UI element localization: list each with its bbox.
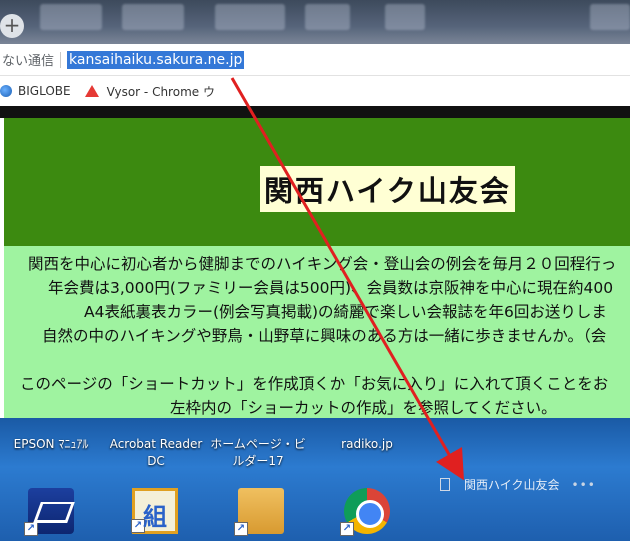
desktop-label-radiko[interactable]: radiko.jp [332, 436, 402, 453]
desktop-label-homepage-builder[interactable]: ホームページ・ビルダー17 [210, 436, 306, 470]
dragged-shortcut-label: 関西ハイク山友会 [464, 478, 560, 492]
intro-section: 関西を中心に初心者から健脚までのハイキング会・登山会の例会を毎月２０回程行っ 年… [4, 246, 630, 418]
chrome-icon[interactable]: ↗ [340, 488, 390, 536]
desktop: EPSON ﾏﾆｭｱﾙ Acrobat Reader DC ホームページ・ビルダ… [0, 418, 630, 541]
shortcut-arrow-icon: ↗ [24, 522, 38, 536]
more-icon: ••• [571, 477, 596, 492]
bookmark-vysor[interactable]: Vysor - Chrome ウ [84, 83, 215, 100]
thumbnail[interactable] [305, 4, 350, 30]
book-icon[interactable]: ↗ [131, 488, 178, 534]
bookmark-biglobe[interactable]: BIGLOBE [0, 84, 71, 98]
page-banner: 関西ハイク山友会 [4, 118, 630, 246]
page-title: 関西ハイク山友会 [260, 166, 515, 212]
new-tab-button[interactable]: + [0, 14, 24, 38]
file-icon [440, 478, 450, 491]
shortcut-arrow-icon: ↗ [340, 522, 354, 536]
intro-line: 年会費は3,000円(ファミリー会員は500円)、会員数は京阪神を中心に現在約4… [48, 279, 614, 297]
globe-icon [0, 85, 12, 97]
intro-line: 自然の中のハイキングや野鳥・山野草に興味のある方は一緒に歩きませんか。（会 [42, 327, 607, 345]
intro-line: A4表紙裏表カラー(例会写真掲載)の綺麗で楽しい会報誌を年6回お送りしま [84, 303, 607, 321]
scanner-icon[interactable]: ↗ [24, 488, 74, 536]
thumbnail[interactable] [40, 4, 102, 30]
intro-line: 左枠内の「ショーカットの作成」を参照してください。 [170, 399, 557, 417]
vysor-icon [84, 85, 99, 97]
taskbar-thumbnails: + [0, 0, 630, 44]
intro-line: このページの「ショートカット」を作成頂くか「お気に入り」に入れて頂くことをお [20, 375, 609, 393]
divider [60, 51, 62, 68]
desktop-label-epson[interactable]: EPSON ﾏﾆｭｱﾙ [6, 436, 96, 453]
security-indicator[interactable]: ない通信 [0, 50, 54, 69]
thumbnail[interactable] [590, 4, 630, 30]
thumbnail[interactable] [122, 4, 184, 30]
shortcut-arrow-icon: ↗ [234, 522, 248, 536]
thumbnail[interactable] [385, 4, 425, 30]
intro-line: 関西を中心に初心者から健脚までのハイキング会・登山会の例会を毎月２０回程行っ [28, 255, 617, 273]
url-text[interactable]: kansaihaiku.sakura.ne.jp [67, 50, 245, 69]
folder-icon[interactable]: ↗ [234, 488, 284, 536]
address-bar[interactable]: ない通信 kansaihaiku.sakura.ne.jp [0, 44, 630, 76]
bookmark-label: Vysor - Chrome ウ [106, 84, 215, 99]
bookmarks-bar: BIGLOBE Vysor - Chrome ウ [0, 76, 630, 106]
dragged-shortcut[interactable]: 関西ハイク山友会 ••• [440, 476, 596, 493]
page-header-band [0, 106, 630, 118]
bookmark-label: BIGLOBE [18, 84, 71, 98]
shortcut-arrow-icon: ↗ [131, 519, 145, 533]
thumbnail[interactable] [215, 4, 285, 30]
desktop-label-acrobat[interactable]: Acrobat Reader DC [108, 436, 204, 470]
